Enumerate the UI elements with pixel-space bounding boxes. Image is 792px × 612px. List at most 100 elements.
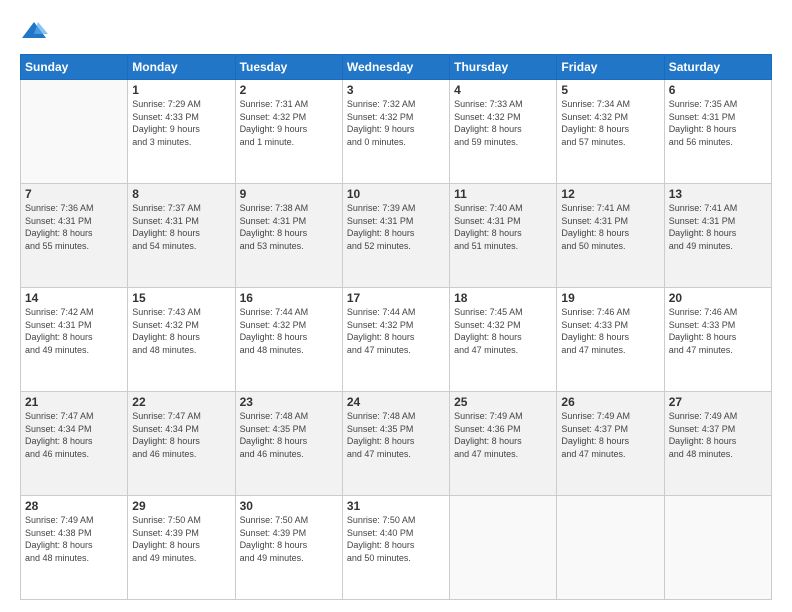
calendar-cell: 17Sunrise: 7:44 AM Sunset: 4:32 PM Dayli… (342, 288, 449, 392)
day-number: 9 (240, 187, 338, 201)
day-info: Sunrise: 7:44 AM Sunset: 4:32 PM Dayligh… (240, 306, 338, 356)
calendar-cell: 8Sunrise: 7:37 AM Sunset: 4:31 PM Daylig… (128, 184, 235, 288)
logo-icon (20, 18, 48, 46)
day-number: 28 (25, 499, 123, 513)
calendar-cell (664, 496, 771, 600)
day-number: 31 (347, 499, 445, 513)
week-row-2: 7Sunrise: 7:36 AM Sunset: 4:31 PM Daylig… (21, 184, 772, 288)
day-info: Sunrise: 7:46 AM Sunset: 4:33 PM Dayligh… (669, 306, 767, 356)
day-info: Sunrise: 7:41 AM Sunset: 4:31 PM Dayligh… (669, 202, 767, 252)
calendar-cell (450, 496, 557, 600)
calendar-cell: 31Sunrise: 7:50 AM Sunset: 4:40 PM Dayli… (342, 496, 449, 600)
weekday-header-friday: Friday (557, 55, 664, 80)
day-info: Sunrise: 7:32 AM Sunset: 4:32 PM Dayligh… (347, 98, 445, 148)
calendar-cell: 6Sunrise: 7:35 AM Sunset: 4:31 PM Daylig… (664, 80, 771, 184)
day-number: 14 (25, 291, 123, 305)
calendar-cell: 30Sunrise: 7:50 AM Sunset: 4:39 PM Dayli… (235, 496, 342, 600)
day-info: Sunrise: 7:50 AM Sunset: 4:39 PM Dayligh… (132, 514, 230, 564)
calendar-cell: 24Sunrise: 7:48 AM Sunset: 4:35 PM Dayli… (342, 392, 449, 496)
header (20, 18, 772, 46)
day-info: Sunrise: 7:35 AM Sunset: 4:31 PM Dayligh… (669, 98, 767, 148)
weekday-header-tuesday: Tuesday (235, 55, 342, 80)
calendar-cell: 3Sunrise: 7:32 AM Sunset: 4:32 PM Daylig… (342, 80, 449, 184)
day-number: 24 (347, 395, 445, 409)
calendar-body: 1Sunrise: 7:29 AM Sunset: 4:33 PM Daylig… (21, 80, 772, 600)
calendar-cell: 25Sunrise: 7:49 AM Sunset: 4:36 PM Dayli… (450, 392, 557, 496)
day-number: 21 (25, 395, 123, 409)
day-info: Sunrise: 7:37 AM Sunset: 4:31 PM Dayligh… (132, 202, 230, 252)
day-number: 22 (132, 395, 230, 409)
calendar-cell: 20Sunrise: 7:46 AM Sunset: 4:33 PM Dayli… (664, 288, 771, 392)
day-number: 17 (347, 291, 445, 305)
day-info: Sunrise: 7:36 AM Sunset: 4:31 PM Dayligh… (25, 202, 123, 252)
weekday-header-thursday: Thursday (450, 55, 557, 80)
day-number: 30 (240, 499, 338, 513)
day-info: Sunrise: 7:38 AM Sunset: 4:31 PM Dayligh… (240, 202, 338, 252)
day-number: 6 (669, 83, 767, 97)
calendar-cell: 29Sunrise: 7:50 AM Sunset: 4:39 PM Dayli… (128, 496, 235, 600)
day-number: 4 (454, 83, 552, 97)
day-info: Sunrise: 7:48 AM Sunset: 4:35 PM Dayligh… (347, 410, 445, 460)
day-number: 25 (454, 395, 552, 409)
calendar-cell: 23Sunrise: 7:48 AM Sunset: 4:35 PM Dayli… (235, 392, 342, 496)
day-info: Sunrise: 7:45 AM Sunset: 4:32 PM Dayligh… (454, 306, 552, 356)
calendar-cell: 27Sunrise: 7:49 AM Sunset: 4:37 PM Dayli… (664, 392, 771, 496)
weekday-header-wednesday: Wednesday (342, 55, 449, 80)
calendar-table: SundayMondayTuesdayWednesdayThursdayFrid… (20, 54, 772, 600)
day-info: Sunrise: 7:42 AM Sunset: 4:31 PM Dayligh… (25, 306, 123, 356)
calendar-cell: 28Sunrise: 7:49 AM Sunset: 4:38 PM Dayli… (21, 496, 128, 600)
day-number: 23 (240, 395, 338, 409)
day-number: 1 (132, 83, 230, 97)
day-info: Sunrise: 7:29 AM Sunset: 4:33 PM Dayligh… (132, 98, 230, 148)
day-number: 27 (669, 395, 767, 409)
day-number: 29 (132, 499, 230, 513)
day-number: 5 (561, 83, 659, 97)
calendar-cell: 15Sunrise: 7:43 AM Sunset: 4:32 PM Dayli… (128, 288, 235, 392)
weekday-header-monday: Monday (128, 55, 235, 80)
day-number: 10 (347, 187, 445, 201)
calendar-cell: 9Sunrise: 7:38 AM Sunset: 4:31 PM Daylig… (235, 184, 342, 288)
day-info: Sunrise: 7:47 AM Sunset: 4:34 PM Dayligh… (132, 410, 230, 460)
day-info: Sunrise: 7:50 AM Sunset: 4:39 PM Dayligh… (240, 514, 338, 564)
day-info: Sunrise: 7:41 AM Sunset: 4:31 PM Dayligh… (561, 202, 659, 252)
day-info: Sunrise: 7:49 AM Sunset: 4:38 PM Dayligh… (25, 514, 123, 564)
weekday-row: SundayMondayTuesdayWednesdayThursdayFrid… (21, 55, 772, 80)
day-number: 2 (240, 83, 338, 97)
calendar-header: SundayMondayTuesdayWednesdayThursdayFrid… (21, 55, 772, 80)
day-number: 3 (347, 83, 445, 97)
day-info: Sunrise: 7:33 AM Sunset: 4:32 PM Dayligh… (454, 98, 552, 148)
calendar-cell: 2Sunrise: 7:31 AM Sunset: 4:32 PM Daylig… (235, 80, 342, 184)
calendar-cell (21, 80, 128, 184)
calendar-cell: 21Sunrise: 7:47 AM Sunset: 4:34 PM Dayli… (21, 392, 128, 496)
day-info: Sunrise: 7:50 AM Sunset: 4:40 PM Dayligh… (347, 514, 445, 564)
calendar-cell: 13Sunrise: 7:41 AM Sunset: 4:31 PM Dayli… (664, 184, 771, 288)
week-row-1: 1Sunrise: 7:29 AM Sunset: 4:33 PM Daylig… (21, 80, 772, 184)
week-row-3: 14Sunrise: 7:42 AM Sunset: 4:31 PM Dayli… (21, 288, 772, 392)
calendar-cell: 11Sunrise: 7:40 AM Sunset: 4:31 PM Dayli… (450, 184, 557, 288)
calendar-cell: 16Sunrise: 7:44 AM Sunset: 4:32 PM Dayli… (235, 288, 342, 392)
calendar-cell: 26Sunrise: 7:49 AM Sunset: 4:37 PM Dayli… (557, 392, 664, 496)
day-info: Sunrise: 7:49 AM Sunset: 4:37 PM Dayligh… (669, 410, 767, 460)
day-number: 16 (240, 291, 338, 305)
day-number: 19 (561, 291, 659, 305)
day-number: 15 (132, 291, 230, 305)
day-info: Sunrise: 7:44 AM Sunset: 4:32 PM Dayligh… (347, 306, 445, 356)
calendar-cell: 12Sunrise: 7:41 AM Sunset: 4:31 PM Dayli… (557, 184, 664, 288)
calendar-cell: 18Sunrise: 7:45 AM Sunset: 4:32 PM Dayli… (450, 288, 557, 392)
day-number: 11 (454, 187, 552, 201)
day-info: Sunrise: 7:39 AM Sunset: 4:31 PM Dayligh… (347, 202, 445, 252)
calendar-cell (557, 496, 664, 600)
day-info: Sunrise: 7:49 AM Sunset: 4:37 PM Dayligh… (561, 410, 659, 460)
day-number: 20 (669, 291, 767, 305)
day-info: Sunrise: 7:48 AM Sunset: 4:35 PM Dayligh… (240, 410, 338, 460)
day-info: Sunrise: 7:34 AM Sunset: 4:32 PM Dayligh… (561, 98, 659, 148)
day-info: Sunrise: 7:49 AM Sunset: 4:36 PM Dayligh… (454, 410, 552, 460)
logo (20, 18, 52, 46)
day-number: 26 (561, 395, 659, 409)
day-info: Sunrise: 7:40 AM Sunset: 4:31 PM Dayligh… (454, 202, 552, 252)
day-info: Sunrise: 7:46 AM Sunset: 4:33 PM Dayligh… (561, 306, 659, 356)
day-number: 13 (669, 187, 767, 201)
day-info: Sunrise: 7:31 AM Sunset: 4:32 PM Dayligh… (240, 98, 338, 148)
weekday-header-saturday: Saturday (664, 55, 771, 80)
page: SundayMondayTuesdayWednesdayThursdayFrid… (0, 0, 792, 612)
